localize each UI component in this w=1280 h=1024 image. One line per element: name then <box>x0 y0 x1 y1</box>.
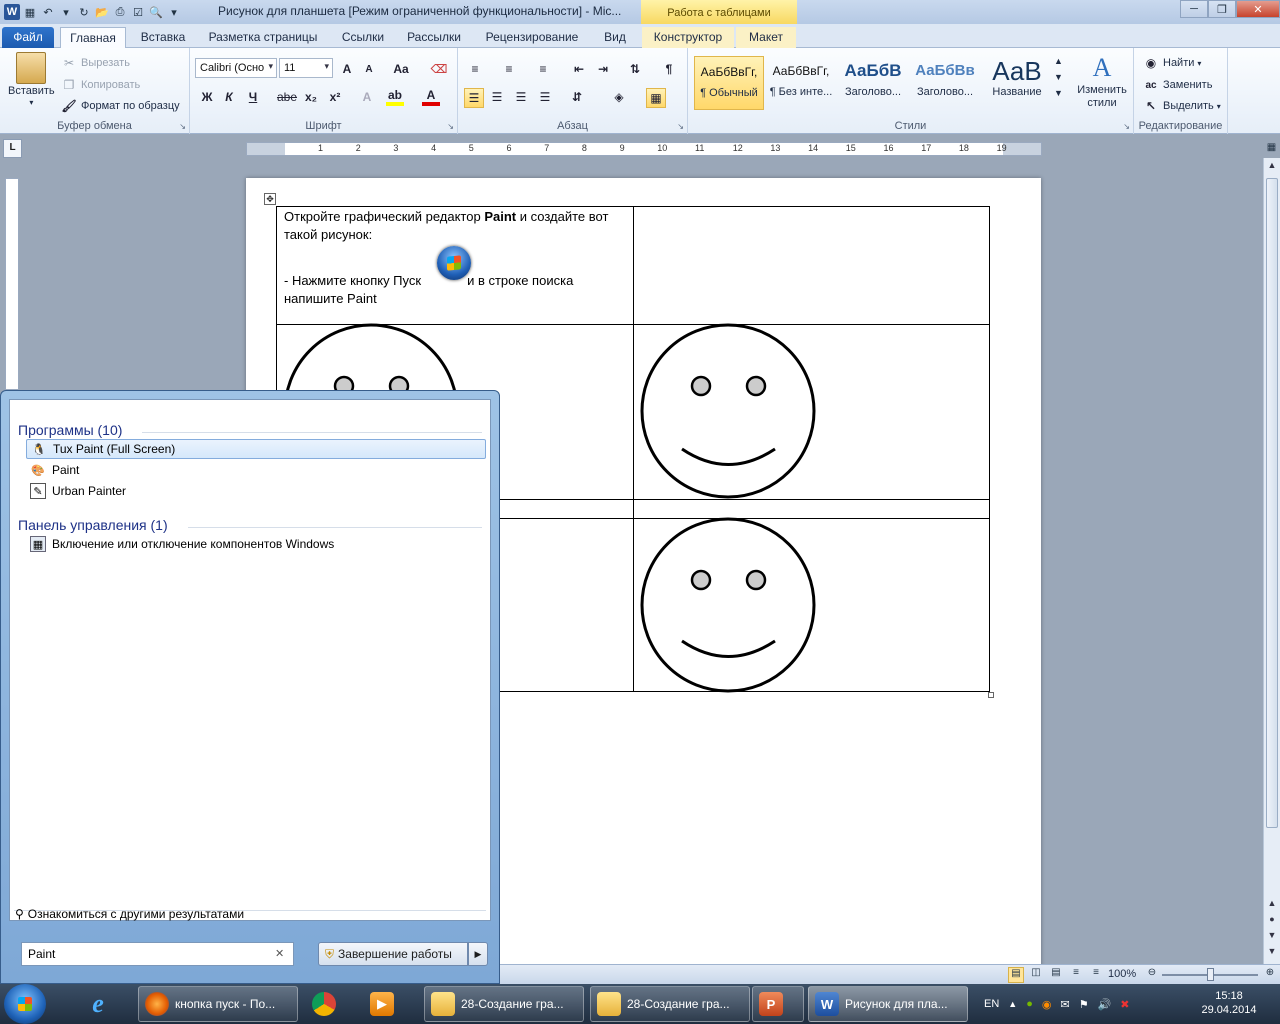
print-layout-icon[interactable]: ▤ <box>1008 967 1024 983</box>
taskbar-media-player[interactable]: ▶ <box>364 986 416 1022</box>
control-panel-label: Включение или отключение компонентов Win… <box>52 537 335 551</box>
shutdown-button[interactable]: ⛨ Завершение работы <box>318 942 468 966</box>
windows-features-icon: ▦ <box>30 536 46 552</box>
shutdown-options-arrow-icon[interactable]: ▶ <box>468 942 488 966</box>
network-icon[interactable]: ✖ <box>1120 998 1129 1011</box>
powerpoint-icon: P <box>759 992 783 1016</box>
shield-icon: ⛨ <box>325 946 335 961</box>
clock[interactable]: 15:18 29.04.2014 <box>1198 989 1260 1017</box>
taskbar-chrome[interactable] <box>306 986 358 1022</box>
control-panel-header: Панель управления (1) <box>18 517 168 533</box>
taskbar-label: 28-Создание гра... <box>461 997 564 1011</box>
taskbar: e кнопка пуск - По... ▶ 28-Создание гра.… <box>0 984 1280 1024</box>
show-hidden-icons-icon[interactable]: ▲ <box>1008 999 1017 1009</box>
scroll-down-icon[interactable]: ▼ <box>1264 946 1280 962</box>
draft-icon[interactable]: ≡ <box>1088 967 1104 983</box>
divider <box>142 432 482 433</box>
internet-explorer-icon: e <box>92 989 104 1018</box>
browse-object-icon[interactable]: ● <box>1264 914 1280 930</box>
outline-icon[interactable]: ≡ <box>1068 967 1084 983</box>
scroll-up-icon[interactable]: ▲ <box>1264 898 1280 914</box>
system-tray: EN ▲ ● ◉ ✉ ⚑ 🔊 ✖ <box>984 984 1129 1024</box>
word-icon: W <box>815 992 839 1016</box>
taskbar-firefox[interactable]: кнопка пуск - По... <box>138 986 298 1022</box>
clear-search-icon[interactable]: ✕ <box>275 947 284 960</box>
scroll-up-icon[interactable]: ▲ <box>1264 160 1280 176</box>
volume-icon[interactable]: 🔊 <box>1098 998 1112 1011</box>
program-item-urban-painter[interactable]: ✎ Urban Painter <box>26 481 486 501</box>
taskbar-explorer-2[interactable]: 28-Создание гра... <box>590 986 750 1022</box>
full-screen-reading-icon[interactable]: ◫ <box>1028 967 1044 983</box>
start-menu-results: Программы (10) 🐧 Tux Paint (Full Screen)… <box>9 399 491 921</box>
taskbar-label: кнопка пуск - По... <box>175 997 276 1011</box>
vertical-scrollbar[interactable]: ▲ ▲ ● ▼ ▼ <box>1263 158 1280 964</box>
nvidia-icon[interactable]: ● <box>1026 998 1033 1010</box>
firefox-icon <box>145 992 169 1016</box>
programs-header: Программы (10) <box>18 422 123 438</box>
taskbar-label: Рисунок для пла... <box>845 997 948 1011</box>
taskbar-powerpoint[interactable]: P <box>752 986 804 1022</box>
web-layout-icon[interactable]: ▤ <box>1048 967 1064 983</box>
start-search-input[interactable]: Paint <box>21 942 294 966</box>
zoom-in-icon[interactable]: ⊕ <box>1262 967 1278 983</box>
program-item-paint[interactable]: 🎨 Paint <box>26 460 486 480</box>
scroll-down-icon[interactable]: ▼ <box>1264 930 1280 946</box>
taskbar-label: 28-Создание гра... <box>627 997 730 1011</box>
flag-icon[interactable]: ⚑ <box>1079 998 1089 1011</box>
taskbar-ie[interactable]: e <box>80 986 132 1022</box>
antivirus-icon[interactable]: ◉ <box>1042 998 1052 1011</box>
see-more-results-link[interactable]: ⚲ Ознакомиться с другими результатами <box>15 907 244 921</box>
program-label: Urban Painter <box>52 484 127 498</box>
start-menu: Программы (10) 🐧 Tux Paint (Full Screen)… <box>0 390 500 984</box>
shutdown-label: Завершение работы <box>338 947 452 961</box>
tux-icon: 🐧 <box>32 443 46 456</box>
program-item-tux-paint[interactable]: 🐧 Tux Paint (Full Screen) <box>26 439 486 459</box>
divider <box>188 527 482 528</box>
search-icon: ⚲ <box>15 907 24 921</box>
scrollbar-thumb[interactable] <box>1266 178 1278 828</box>
program-label: Paint <box>52 463 80 477</box>
smiley-face-icon <box>640 323 816 499</box>
zoom-level[interactable]: 100% <box>1108 968 1136 980</box>
urban-painter-icon: ✎ <box>30 483 46 499</box>
folder-icon <box>431 992 455 1016</box>
taskbar-explorer-1[interactable]: 28-Создание гра... <box>424 986 584 1022</box>
clock-time: 15:18 <box>1215 990 1243 1002</box>
zoom-slider-handle[interactable] <box>1207 968 1214 981</box>
folder-icon <box>597 992 621 1016</box>
program-label: Tux Paint (Full Screen) <box>53 442 176 456</box>
chrome-icon <box>312 992 336 1016</box>
control-panel-item-windows-features[interactable]: ▦ Включение или отключение компонентов W… <box>26 534 486 554</box>
paint-icon: 🎨 <box>31 464 45 477</box>
zoom-out-icon[interactable]: ⊖ <box>1144 967 1160 983</box>
smiley-face-icon <box>640 517 816 693</box>
media-player-icon: ▶ <box>370 992 394 1016</box>
mail-icon[interactable]: ✉ <box>1060 998 1069 1011</box>
clock-date: 29.04.2014 <box>1201 1004 1257 1016</box>
language-indicator[interactable]: EN <box>984 998 999 1010</box>
taskbar-word[interactable]: W Рисунок для пла... <box>808 986 968 1022</box>
see-more-results-label: Ознакомиться с другими результатами <box>27 907 245 921</box>
start-button[interactable] <box>4 984 46 1024</box>
